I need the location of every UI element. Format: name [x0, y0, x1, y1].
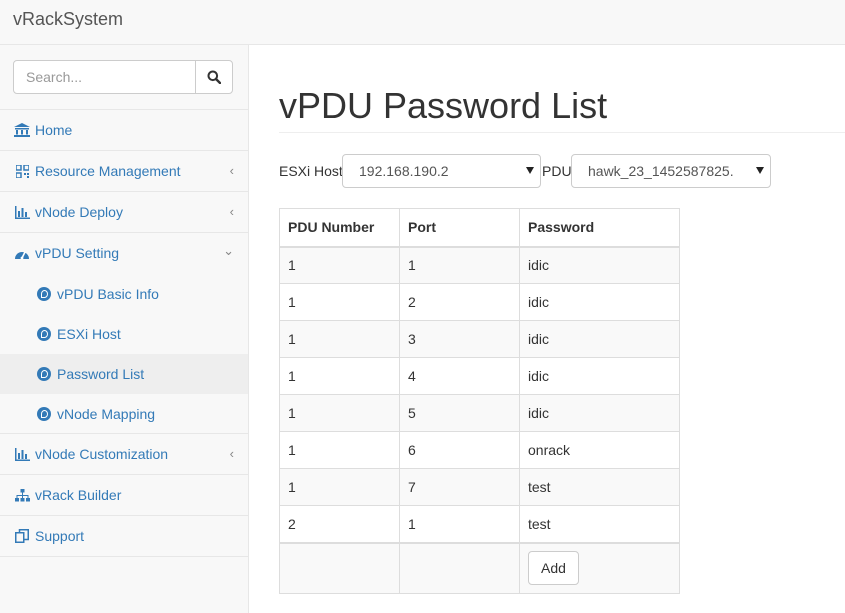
bar-chart-icon: [14, 205, 30, 219]
brand-link[interactable]: vRackSystem: [13, 9, 123, 30]
chevron-left-icon: ‹: [229, 204, 234, 219]
sitemap-icon: [14, 488, 30, 502]
table-cell: 5: [399, 394, 520, 432]
sidebar-item-label: vNode Customization: [35, 446, 169, 462]
table-cell: 2: [399, 283, 520, 321]
table-row: 1 3 idic: [279, 320, 680, 358]
chevron-down-icon: ⌄: [223, 243, 234, 258]
table-cell: 1: [279, 283, 400, 321]
table-cell: 1: [279, 394, 400, 432]
sidebar-item-label: Resource Management: [35, 163, 181, 179]
sidebar-item-support[interactable]: Support: [0, 515, 248, 557]
caret-down-icon: [756, 167, 764, 174]
search-button[interactable]: [195, 60, 233, 94]
pdu-label: PDU: [542, 163, 572, 179]
table-cell: idic: [519, 357, 680, 395]
bar-chart-icon: [14, 447, 30, 461]
search-input[interactable]: [13, 60, 196, 94]
table-row: 1 1 idic: [279, 246, 680, 284]
sidebar-subitem-label: vPDU Basic Info: [57, 286, 159, 302]
pdu-select[interactable]: hawk_23_1452587825.: [571, 154, 771, 188]
table-cell: test: [519, 505, 680, 543]
esxi-host-select[interactable]: 192.168.190.2: [342, 154, 541, 188]
column-header: Port: [399, 208, 520, 248]
sidebar-item-home[interactable]: Home: [0, 109, 248, 150]
caret-down-icon: [526, 167, 534, 174]
sidebar-item-label: vRack Builder: [35, 487, 122, 503]
copy-icon: [14, 529, 30, 543]
table-header-row: PDU Number Port Password: [279, 208, 680, 248]
table-cell: 1: [279, 357, 400, 395]
sidebar-item-vnode-deploy[interactable]: vNode Deploy ‹: [0, 191, 248, 232]
table-cell: 1: [279, 468, 400, 506]
add-password-button[interactable]: Add: [528, 551, 579, 586]
bank-icon: [14, 123, 30, 137]
top-navbar: vRackSystem: [0, 0, 845, 45]
search-icon: [207, 70, 221, 84]
sidebar-item-label: vNode Deploy: [35, 204, 123, 220]
table-cell: test: [519, 468, 680, 506]
sidebar-search: [13, 60, 233, 94]
table-cell: idic: [519, 246, 680, 284]
table-cell: idic: [519, 283, 680, 321]
table-cell: 6: [399, 431, 520, 469]
table-footer-row: Add: [279, 541, 680, 594]
sidebar-subitem-label: ESXi Host: [57, 326, 121, 342]
table-cell: idic: [519, 394, 680, 432]
sidebar-subitem-label: Password List: [57, 366, 145, 382]
page-title: vPDU Password List: [279, 85, 608, 126]
sidebar-subitem-vnode-mapping[interactable]: vNode Mapping: [0, 394, 248, 434]
sidebar-item-label: vPDU Setting: [35, 245, 120, 261]
table-row: 1 5 idic: [279, 394, 680, 432]
table-cell: 1: [279, 246, 400, 284]
pdu-select-value: hawk_23_1452587825.: [588, 163, 734, 179]
table-row: 2 1 test: [279, 505, 680, 543]
table-row: 1 7 test: [279, 468, 680, 506]
table-row: 1 6 onrack: [279, 431, 680, 469]
pinterest-icon: [37, 287, 51, 301]
table-cell: 3: [399, 320, 520, 358]
title-divider: [279, 132, 845, 133]
sidebar-item-vnode-customization[interactable]: vNode Customization ‹: [0, 433, 248, 474]
pinterest-icon: [37, 367, 51, 381]
chevron-left-icon: ‹: [229, 163, 234, 178]
sidebar-item-label: Support: [35, 528, 85, 544]
sidebar: Home Resource Management ‹ vNode Deploy …: [0, 45, 249, 613]
qrcode-icon: [14, 164, 30, 178]
sidebar-item-resource-management[interactable]: Resource Management ‹: [0, 150, 248, 191]
password-table: PDU Number Port Password 1 1 idic 1 2 idic 1…: [279, 208, 680, 594]
sidebar-item-label: Home: [35, 122, 73, 138]
sidebar-subitem-password-list[interactable]: Password List: [0, 354, 248, 394]
column-header: PDU Number: [279, 208, 400, 248]
table-cell: 4: [399, 357, 520, 395]
sidebar-subitem-label: vNode Mapping: [57, 406, 156, 422]
table-cell: [399, 541, 520, 594]
table-cell: onrack: [519, 431, 680, 469]
sidebar-subitem-vpdu-basic-info[interactable]: vPDU Basic Info: [0, 274, 248, 314]
column-header: Password: [519, 208, 680, 248]
esxi-host-select-value: 192.168.190.2: [359, 163, 449, 179]
table-cell: [279, 541, 400, 594]
table-cell: idic: [519, 320, 680, 358]
esxi-host-label: ESXi Host: [279, 163, 343, 179]
table-row: 1 4 idic: [279, 357, 680, 395]
table-cell: 7: [399, 468, 520, 506]
chevron-left-icon: ‹: [229, 446, 234, 461]
table-cell: 1: [399, 505, 520, 543]
pinterest-icon: [37, 407, 51, 421]
table-cell: 1: [279, 431, 400, 469]
table-row: 1 2 idic: [279, 283, 680, 321]
dashboard-icon: [14, 246, 30, 260]
pinterest-icon: [37, 327, 51, 341]
main-content: vPDU Password List ESXi Host 192.168.190…: [249, 45, 845, 613]
table-cell: 1: [399, 246, 520, 284]
sidebar-item-vrack-builder[interactable]: vRack Builder: [0, 474, 248, 515]
table-cell: Add: [519, 541, 680, 594]
table-cell: 2: [279, 505, 400, 543]
sidebar-subitem-esxi-host[interactable]: ESXi Host: [0, 314, 248, 354]
table-cell: 1: [279, 320, 400, 358]
sidebar-item-vpdu-setting[interactable]: vPDU Setting ⌄ vPDU Basic Info ESXi Host…: [0, 232, 248, 434]
